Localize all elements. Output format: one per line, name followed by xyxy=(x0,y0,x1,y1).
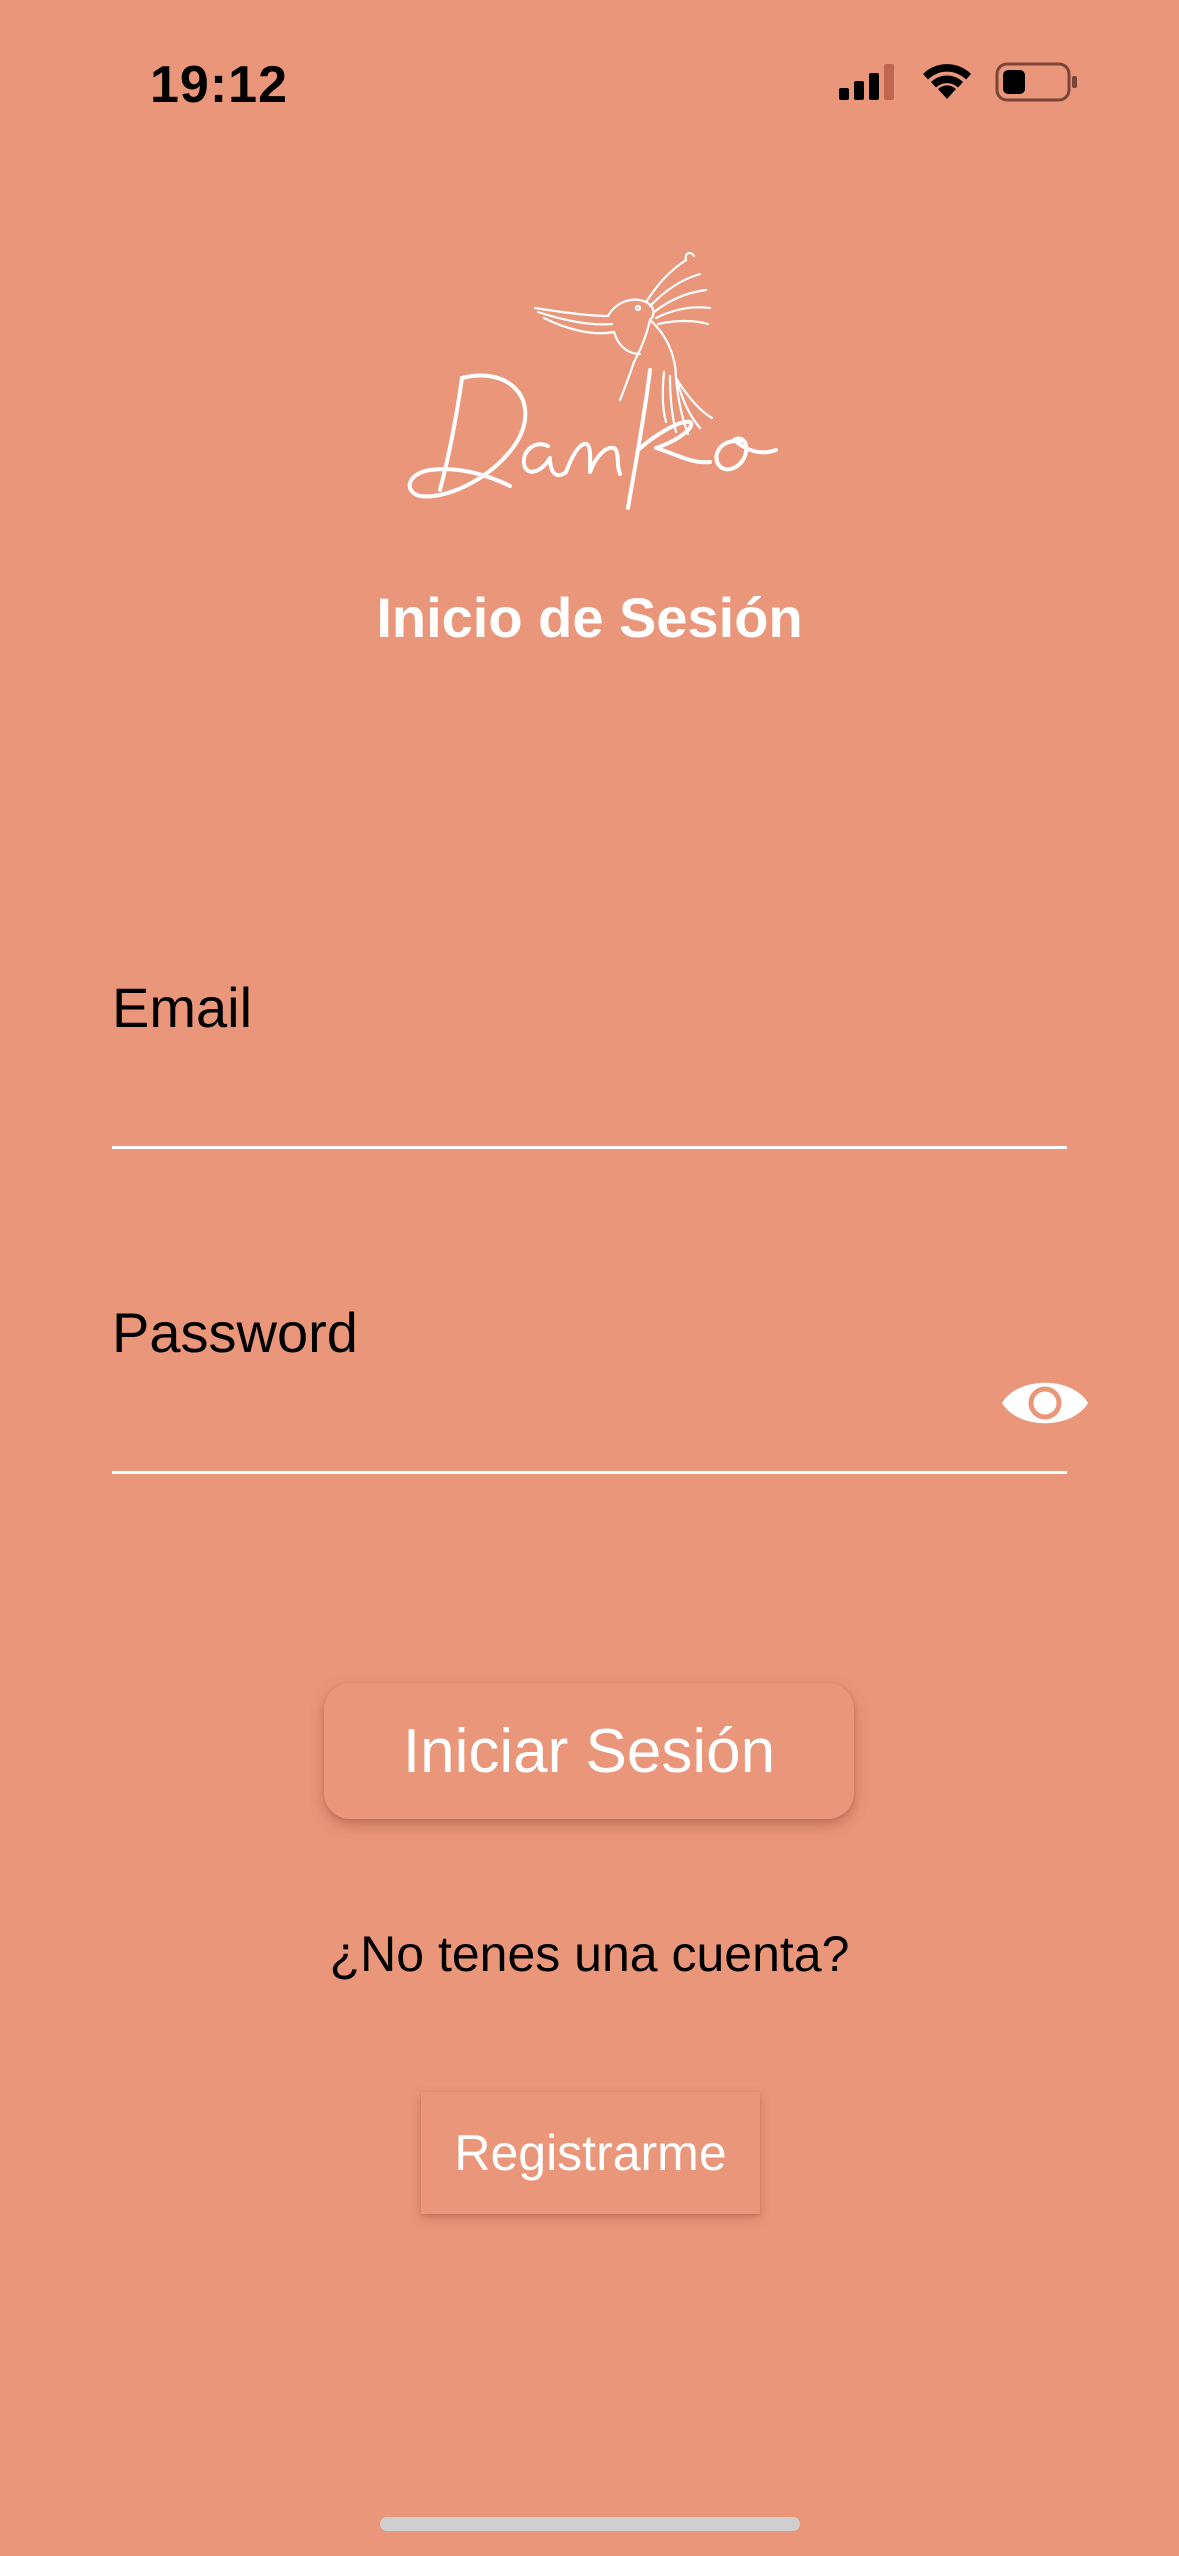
no-account-text: ¿No tenes una cuenta? xyxy=(329,1926,850,1982)
signal-icon xyxy=(839,64,894,100)
status-time: 19:12 xyxy=(150,56,288,114)
hummingbird-icon xyxy=(533,251,714,436)
password-input[interactable] xyxy=(112,1395,982,1465)
register-button[interactable]: Registrarme xyxy=(421,2092,760,2214)
danko-wordmark xyxy=(407,368,778,510)
password-underline xyxy=(112,1471,1067,1474)
status-bar: 19:12 xyxy=(0,0,1179,150)
eye-icon[interactable] xyxy=(1000,1370,1090,1436)
page-title: Inicio de Sesión xyxy=(376,586,803,649)
wifi-icon xyxy=(923,64,971,99)
login-button[interactable]: Iniciar Sesión xyxy=(324,1683,854,1819)
email-label: Email xyxy=(112,976,253,1039)
email-underline xyxy=(112,1146,1067,1149)
email-input[interactable] xyxy=(112,1070,1067,1140)
password-label: Password xyxy=(112,1301,358,1364)
home-indicator[interactable] xyxy=(380,2517,800,2531)
danko-logo xyxy=(407,251,778,510)
battery-icon xyxy=(995,62,1077,102)
status-icons xyxy=(839,62,1079,102)
